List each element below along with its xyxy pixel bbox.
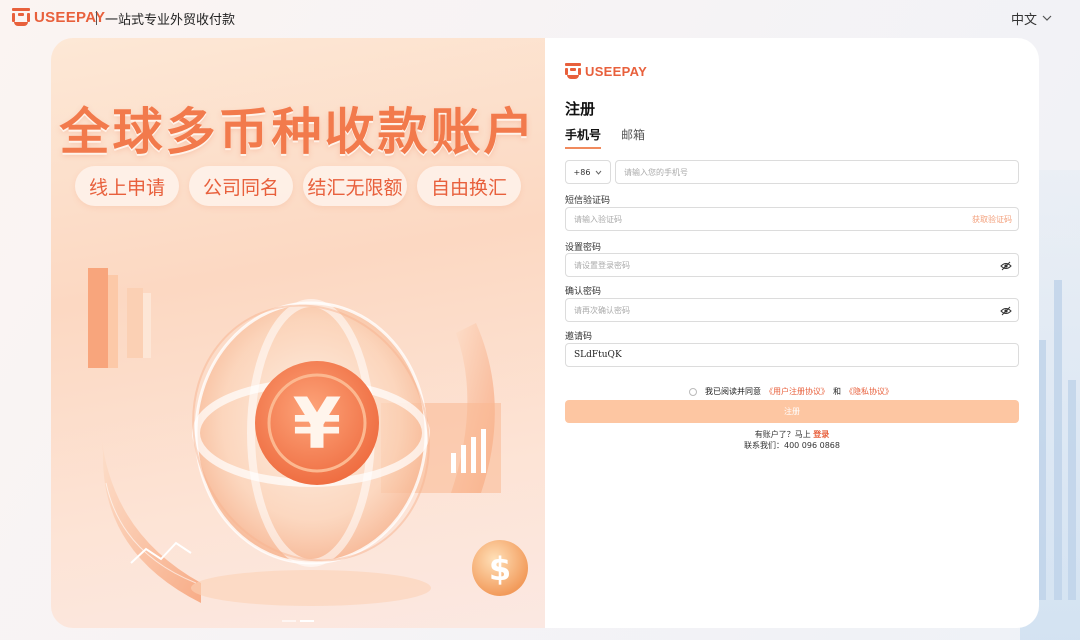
top-bar: USEEPAY 一站式专业外贸收付款 中文 xyxy=(0,0,1080,36)
login-link[interactable]: 登录 xyxy=(813,430,829,439)
header-divider xyxy=(96,11,97,25)
phone-placeholder: 请输入您的手机号 xyxy=(624,167,688,177)
chevron-down-icon xyxy=(595,168,602,177)
country-code-select[interactable]: +86 xyxy=(565,160,611,184)
sms-code-input[interactable]: 请输入验证码 获取验证码 xyxy=(565,207,1019,231)
form-brand-logo: USEEPAY xyxy=(565,63,647,79)
invite-code-input[interactable]: SLdFtuQK xyxy=(565,343,1019,367)
useepay-logo-icon xyxy=(12,8,30,26)
bar-block-illustration xyxy=(88,268,108,368)
agreement-row: 我已阅读并同意 《用户注册协议》 和 《隐私协议》 xyxy=(689,386,897,397)
svg-text:$: $ xyxy=(489,550,511,588)
currency-globe-illustration: ¥ $ xyxy=(88,268,528,606)
invite-code-label: 邀请码 xyxy=(565,332,593,342)
decor-column xyxy=(1068,380,1076,600)
feature-pills: 线上申请 公司同名 结汇无限额 自由换汇 xyxy=(75,166,521,206)
hero-title: 全球多币种收款账户 xyxy=(59,103,537,161)
contact-info: 联系我们：400 096 0868 xyxy=(744,441,840,450)
feature-pill: 线上申请 xyxy=(75,166,179,206)
sms-code-placeholder: 请输入验证码 xyxy=(574,214,622,224)
country-code-value: +86 xyxy=(573,167,591,177)
decor-column xyxy=(1038,340,1046,600)
carousel-dot[interactable] xyxy=(282,620,296,622)
confirm-password-label: 确认密码 xyxy=(565,287,602,297)
sms-code-label: 短信验证码 xyxy=(565,196,611,206)
have-account-row: 有账户了？马上 登录 xyxy=(545,429,1039,440)
agreement-text: 我已阅读并同意 xyxy=(705,387,761,396)
tab-phone[interactable]: 手机号 xyxy=(565,126,602,149)
svg-text:¥: ¥ xyxy=(293,383,342,465)
phone-input[interactable]: 请输入您的手机号 xyxy=(615,160,1019,184)
password-input[interactable]: 请设置登录密码 xyxy=(565,253,1019,277)
register-button[interactable]: 注册 xyxy=(565,400,1019,423)
decor-column xyxy=(1054,280,1062,600)
hero-panel: 全球多币种收款账户 线上申请 公司同名 结汇无限额 自由换汇 ¥ $ xyxy=(51,38,545,628)
password-label: 设置密码 xyxy=(565,243,602,253)
agreement-and: 和 xyxy=(833,387,841,396)
chevron-down-icon xyxy=(1042,13,1052,24)
language-label: 中文 xyxy=(1010,13,1037,28)
eye-hidden-icon[interactable] xyxy=(1000,260,1012,272)
carousel-indicator[interactable] xyxy=(282,620,314,622)
confirm-password-input[interactable]: 请再次确认密码 xyxy=(565,298,1019,322)
brand-slogan: 一站式专业外贸收付款 xyxy=(105,13,236,28)
useepay-logo-icon xyxy=(565,63,581,79)
have-account-text: 有账户了？马上 xyxy=(754,430,811,439)
register-tabs: 手机号 邮箱 xyxy=(565,126,645,149)
form-logo-text: USEEPAY xyxy=(585,63,648,79)
register-form-panel: USEEPAY 注册 手机号 邮箱 +86 请输入您的手机号 短信验证码 请输入… xyxy=(545,38,1039,628)
form-title: 注册 xyxy=(565,100,596,118)
privacy-policy-link[interactable]: 《隐私协议》 xyxy=(845,386,893,397)
brand-logo-text: USEEPAY xyxy=(34,8,106,26)
confirm-password-placeholder: 请再次确认密码 xyxy=(574,305,630,315)
tab-email[interactable]: 邮箱 xyxy=(621,126,645,149)
feature-pill: 公司同名 xyxy=(189,166,293,206)
brand-logo[interactable]: USEEPAY xyxy=(12,8,105,26)
language-selector[interactable]: 中文 xyxy=(1011,9,1052,28)
agreement-checkbox[interactable] xyxy=(689,387,697,396)
invite-code-value: SLdFtuQK xyxy=(574,350,622,360)
feature-pill: 自由换汇 xyxy=(417,166,521,206)
feature-pill: 结汇无限额 xyxy=(303,166,407,206)
carousel-dot-active[interactable] xyxy=(300,620,314,622)
eye-hidden-icon[interactable] xyxy=(1000,305,1012,317)
get-code-button[interactable]: 获取验证码 xyxy=(972,214,1012,225)
user-agreement-link[interactable]: 《用户注册协议》 xyxy=(765,386,829,397)
password-placeholder: 请设置登录密码 xyxy=(574,260,630,270)
